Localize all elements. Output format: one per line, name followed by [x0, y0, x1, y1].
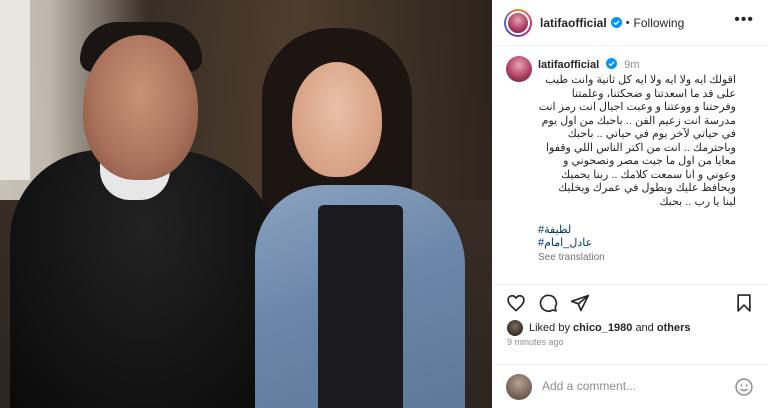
- caption-area: latifaofficial 9m اقولك ايه ولا ايه ولا …: [492, 46, 768, 284]
- caption-line: ويحافظ عليك ويطول في عمرك ويخليك: [558, 182, 736, 194]
- caption-text: اقولك ايه ولا ايه ولا ايه كل ثانية وانت …: [504, 74, 736, 209]
- likes-others-link[interactable]: others: [657, 322, 691, 334]
- post-photo[interactable]: [0, 0, 492, 408]
- bookmark-icon[interactable]: [734, 293, 754, 313]
- caption-line: مدرسة انت زعيم الفن .. باحبك من اول يوم: [541, 114, 736, 127]
- caption-line: معايا من اول ما جيت مصر ونصحوني و: [563, 155, 736, 167]
- liker-avatar[interactable]: [507, 320, 523, 336]
- caption-line: لينا يا رب .. بحبك: [659, 195, 736, 208]
- like-heart-icon[interactable]: [506, 293, 526, 313]
- viewer-avatar: [506, 374, 532, 400]
- caption-line: وباحترمك .. انت من اكتر الناس اللي وقفوا: [545, 141, 736, 154]
- likes-prefix: Liked by: [529, 322, 570, 334]
- liker-username[interactable]: chico_1980: [573, 322, 632, 334]
- caption-username[interactable]: latifaofficial: [538, 59, 599, 71]
- profile-avatar[interactable]: [504, 8, 532, 37]
- likes-and: and: [635, 322, 654, 334]
- header-separator: •: [625, 16, 630, 29]
- caption-line: اقولك ايه ولا ايه ولا ايه كل ثانية وانت …: [545, 74, 736, 86]
- hashtag-link[interactable]: #عادل_امام: [538, 237, 592, 250]
- action-bar: [492, 284, 768, 320]
- comment-input[interactable]: Add a comment...: [542, 379, 636, 393]
- more-options-icon[interactable]: •••: [734, 12, 754, 28]
- comment-icon[interactable]: [538, 293, 558, 313]
- post-header: latifaofficial • Following •••: [492, 0, 768, 46]
- caption-line: وعوني و انا سمعت كلامك .. ربنا يحميك: [561, 168, 736, 181]
- photo-window: [0, 0, 30, 180]
- hashtags: #لطيفة #عادل_امام: [538, 224, 592, 250]
- following-button[interactable]: Following: [634, 16, 685, 30]
- add-comment-row: Add a comment...: [492, 364, 768, 408]
- see-translation-link[interactable]: See translation: [538, 252, 605, 263]
- emoji-icon[interactable]: [734, 377, 754, 397]
- caption-line: على قد ما اسعدتنا و ضحكتنا، وعلمتنا: [571, 87, 736, 100]
- caption-header: latifaofficial 9m: [538, 58, 640, 71]
- verified-badge-icon: [610, 17, 622, 28]
- likes-row: Liked by chico_1980 and others: [507, 320, 690, 336]
- caption-line: في حياتي لآخر يوم في حياتي .. باحبك: [567, 128, 736, 140]
- woman-face: [292, 62, 382, 177]
- hashtag-link[interactable]: #لطيفة: [538, 224, 592, 237]
- caption-verified-icon: [606, 58, 618, 69]
- post-timestamp[interactable]: 9 minutes ago: [507, 337, 564, 347]
- share-icon[interactable]: [570, 293, 590, 313]
- woman-black-top: [318, 205, 403, 408]
- header-username[interactable]: latifaofficial: [540, 16, 607, 30]
- caption-time: 9m: [624, 59, 640, 71]
- caption-line: وفرحتنا و ووعتنا و وعبت اجيال انت رمز ان…: [538, 101, 736, 113]
- man-face: [83, 35, 198, 180]
